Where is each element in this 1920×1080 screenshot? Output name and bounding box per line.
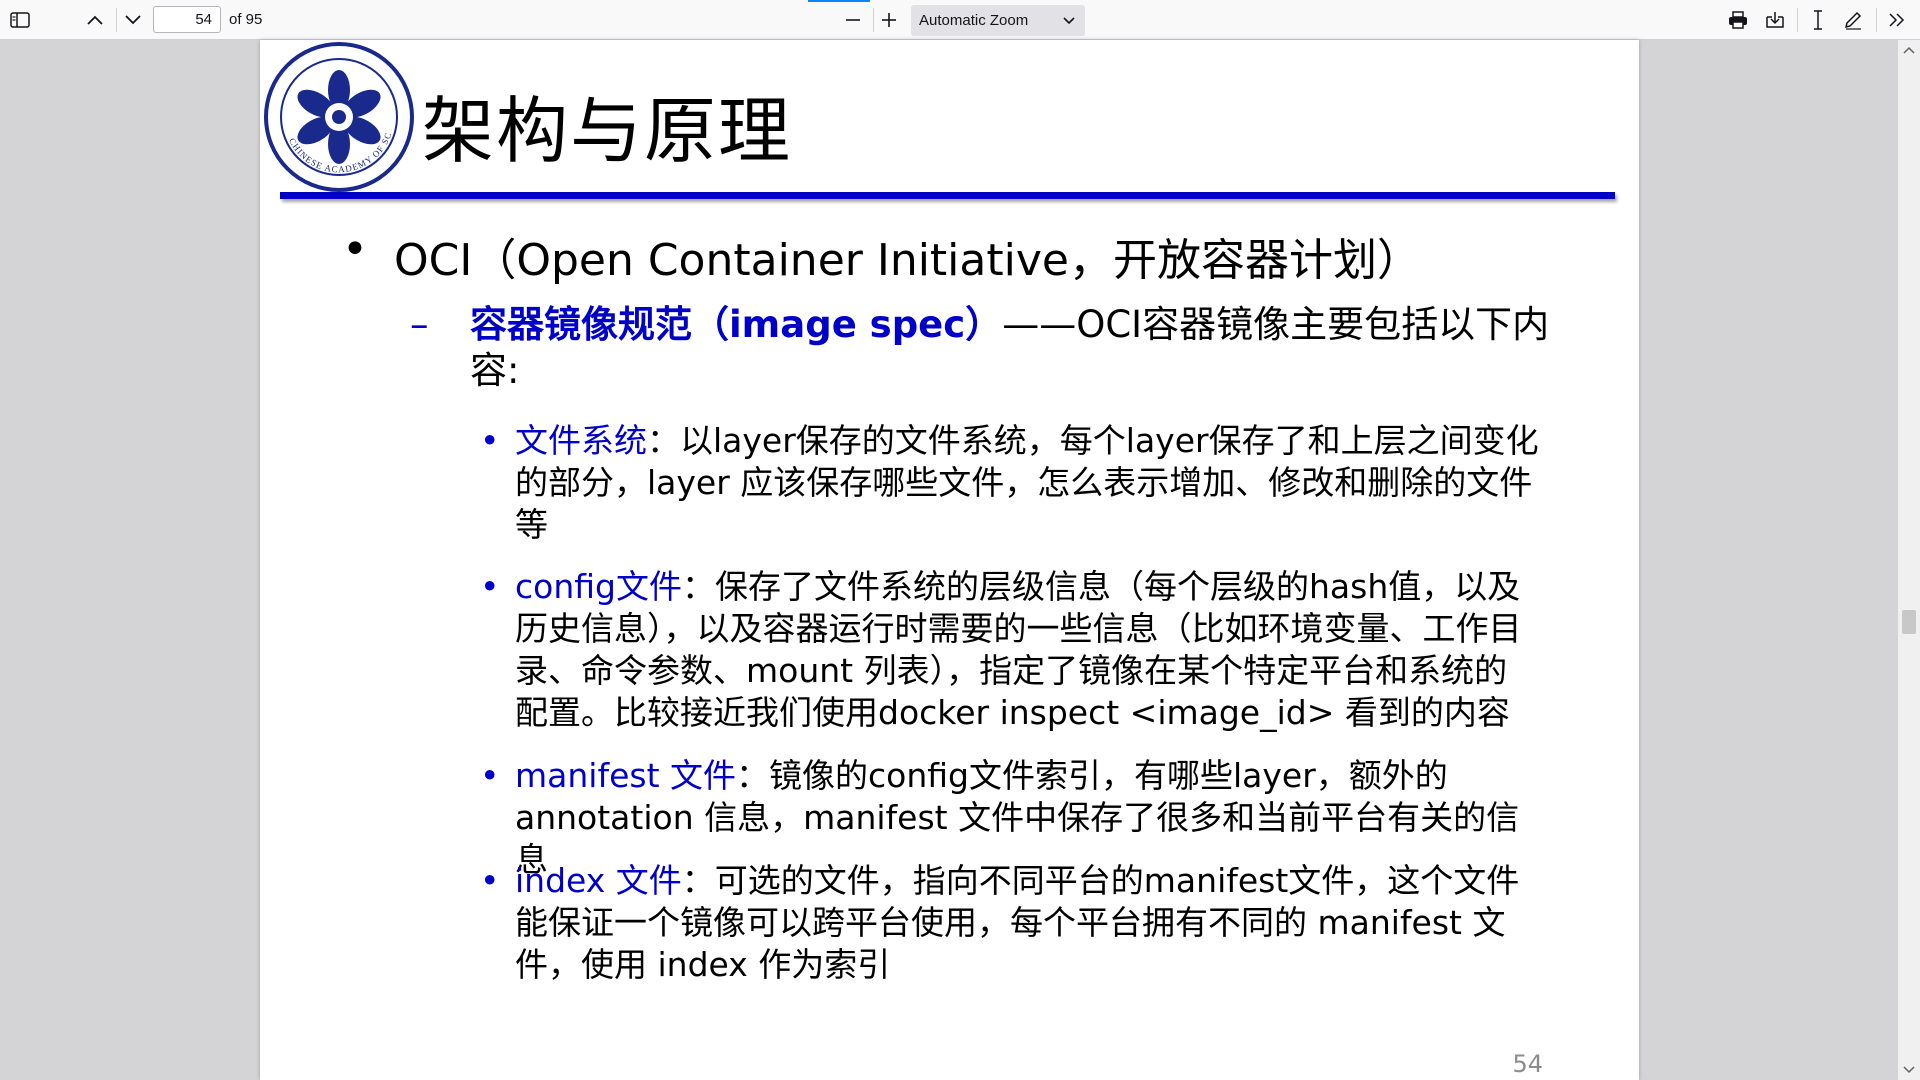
vertical-scrollbar[interactable] <box>1898 40 1920 1080</box>
item-highlight: 文件系统 <box>515 421 647 460</box>
zoom-out-button[interactable] <box>838 5 868 35</box>
cas-logo: CHINESE ACADEMY OF SCIENCES <box>262 40 414 192</box>
pdf-page: CHINESE ACADEMY OF SCIENCES 架构与原理 • OCI（… <box>260 40 1639 1080</box>
scroll-up-icon[interactable] <box>1903 46 1915 54</box>
item-text: ：以layer保存的文件系统，每个layer保存了和上层之间变化的部分，laye… <box>515 421 1539 544</box>
bullet-dot: • <box>480 756 500 795</box>
text-cursor-icon <box>1814 10 1822 30</box>
title-divider <box>280 192 1615 199</box>
scroll-down-icon[interactable] <box>1903 1066 1915 1074</box>
slide-title: 架构与原理 <box>422 89 793 173</box>
draw-tool-button[interactable] <box>1838 5 1868 35</box>
print-icon <box>1729 11 1747 29</box>
slide-page-number: 54 <box>1512 1050 1543 1078</box>
tools-menu-icon <box>1889 13 1905 27</box>
print-button[interactable] <box>1723 5 1753 35</box>
chevron-up-icon <box>87 15 103 25</box>
page-number-input[interactable]: 54 <box>153 6 221 33</box>
page-count-label: of 95 <box>229 11 263 28</box>
draw-icon <box>1844 11 1862 30</box>
bullet-dot: • <box>480 861 500 900</box>
zoom-out-icon <box>846 19 860 21</box>
next-page-button[interactable] <box>118 5 148 35</box>
toolbar-divider <box>1876 8 1877 32</box>
chevron-down-icon <box>125 15 141 25</box>
level2-highlight: 容器镜像规范（image spec） <box>470 303 1003 346</box>
bullet-dash: – <box>410 303 429 346</box>
item-highlight: manifest 文件 <box>515 756 736 795</box>
save-button[interactable] <box>1760 5 1790 35</box>
toolbar-divider <box>116 8 117 32</box>
pdf-toolbar: 54 of 95 Automatic Zoom <box>0 0 1920 40</box>
bullet-dot: • <box>480 567 500 606</box>
zoom-in-button[interactable] <box>874 5 904 35</box>
scrollbar-thumb[interactable] <box>1902 610 1916 634</box>
chevron-down-icon <box>1063 17 1075 25</box>
zoom-in-icon <box>882 13 896 27</box>
bullet-dot: • <box>342 224 368 275</box>
text-tool-button[interactable] <box>1803 5 1833 35</box>
toolbar-divider <box>1797 8 1798 32</box>
bullet-dot: • <box>480 421 500 460</box>
loading-indicator <box>808 0 870 2</box>
save-icon <box>1766 12 1784 28</box>
previous-page-button[interactable] <box>80 5 110 35</box>
zoom-select-label: Automatic Zoom <box>919 12 1029 29</box>
zoom-select[interactable]: Automatic Zoom <box>911 5 1085 36</box>
level1-text: OCI（Open Container Initiative，开放容器计划） <box>394 235 1421 286</box>
sidebar-toggle-icon <box>10 12 30 28</box>
item-highlight: index 文件 <box>515 861 682 900</box>
sidebar-toggle-button[interactable] <box>5 5 35 35</box>
item-highlight: config文件 <box>515 567 682 606</box>
tools-menu-button[interactable] <box>1882 5 1912 35</box>
